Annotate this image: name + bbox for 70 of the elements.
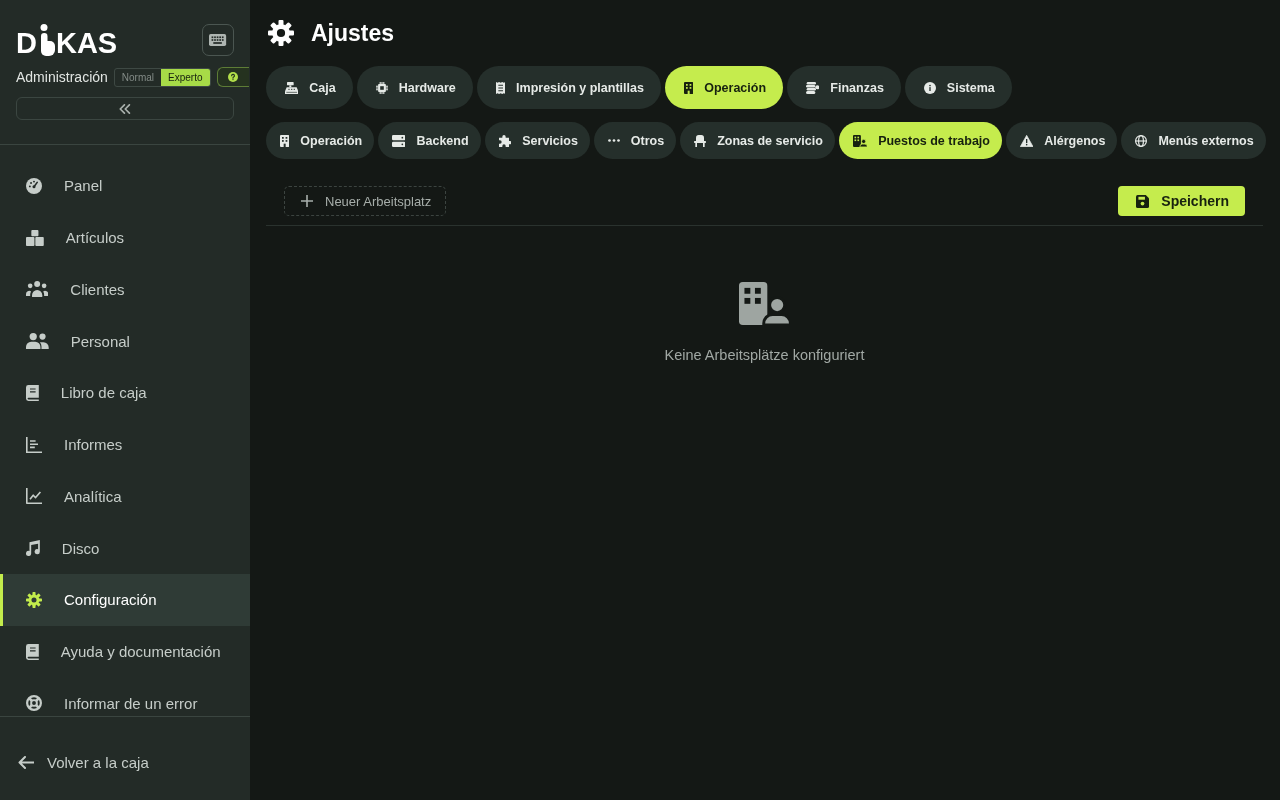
subsection-tab[interactable]: Menús externos: [1121, 122, 1266, 159]
nav-item[interactable]: Artículos: [0, 211, 250, 264]
nav-item[interactable]: Analítica: [0, 470, 250, 523]
building-user-icon: [738, 282, 791, 325]
cash-register-icon: [285, 81, 299, 94]
receipt-icon: [495, 81, 506, 94]
building-icon: [280, 134, 290, 147]
subsection-tab[interactable]: Servicios: [484, 122, 590, 159]
subsection-tab[interactable]: Otros: [593, 122, 677, 159]
chair-icon: [694, 134, 707, 147]
puzzle-icon: [498, 134, 512, 147]
nav-item[interactable]: Personal: [0, 315, 250, 367]
coins-icon: [806, 81, 820, 94]
gear-icon: [268, 20, 294, 46]
keyboard-icon: [209, 34, 227, 46]
logo-text: D: [16, 32, 37, 55]
sidebar-subtitle: Administración: [16, 69, 108, 85]
section-tab[interactable]: Sistema: [904, 66, 1012, 109]
list-chart-icon: [26, 436, 42, 453]
lifebuoy-icon: [26, 695, 42, 712]
subsection-tab[interactable]: Alérgenos: [1005, 122, 1118, 159]
people-icon: [26, 333, 49, 350]
nav-item[interactable]: Libro de caja: [0, 367, 250, 419]
logo-text: KAS: [55, 32, 118, 55]
globe-icon: [1135, 134, 1148, 147]
gear-icon: [26, 591, 42, 608]
line-chart-icon: [26, 488, 42, 505]
nav-item[interactable]: Informar de un error: [0, 677, 250, 716]
music-note-icon: [26, 540, 40, 557]
subsection-tab[interactable]: Operación: [266, 122, 375, 159]
info-icon: [923, 81, 936, 94]
section-tab[interactable]: Impresión y plantillas: [476, 66, 661, 109]
arrow-left-icon: [18, 756, 34, 769]
subsection-tab[interactable]: Backend: [378, 122, 481, 159]
subsection-tab[interactable]: Puestos de trabajo: [838, 122, 1002, 159]
section-tab[interactable]: Operación: [664, 66, 784, 109]
section-tab[interactable]: Hardware: [356, 66, 473, 109]
help-icon: [228, 72, 239, 82]
save-button[interactable]: Speichern: [1118, 186, 1245, 216]
building-icon: [683, 81, 694, 94]
book-icon: [26, 643, 39, 660]
nav-item[interactable]: Clientes: [0, 263, 250, 316]
empty-state-message: Keine Arbeitsplätze konfiguriert: [664, 347, 865, 363]
nav-item[interactable]: Informes: [0, 418, 250, 471]
add-workstation-button[interactable]: Neuer Arbeitsplatz: [284, 186, 447, 216]
page-title: Ajustes: [311, 19, 395, 47]
double-chevron-left-icon: [119, 103, 131, 114]
users-icon: [26, 281, 49, 298]
gauge-icon: [26, 177, 42, 194]
save-icon: [1136, 194, 1150, 208]
ellipsis-icon: [607, 139, 620, 142]
mode-option[interactable]: Normal: [114, 68, 162, 86]
book-icon: [26, 384, 39, 401]
nav-item[interactable]: Panel: [0, 160, 250, 212]
section-tab[interactable]: Caja: [266, 66, 353, 109]
boxes-icon: [26, 229, 44, 246]
section-tab[interactable]: Finanzas: [787, 66, 901, 109]
nav-item[interactable]: Ayuda y documentación: [0, 625, 250, 678]
warning-icon: [1019, 134, 1034, 147]
chip-icon: [375, 81, 388, 94]
keyboard-button[interactable]: [202, 24, 234, 56]
nav-item[interactable]: Configuración: [0, 574, 250, 626]
help-button[interactable]: [216, 67, 249, 87]
server-icon: [392, 134, 406, 147]
building-user-icon: [852, 134, 868, 147]
subsection-tab[interactable]: Zonas de servicio: [680, 122, 835, 159]
back-link[interactable]: Volver a la caja: [18, 754, 149, 771]
nav-item[interactable]: Disco: [0, 522, 250, 574]
mode-option[interactable]: Experto: [161, 68, 210, 86]
plus-icon: [301, 195, 313, 207]
